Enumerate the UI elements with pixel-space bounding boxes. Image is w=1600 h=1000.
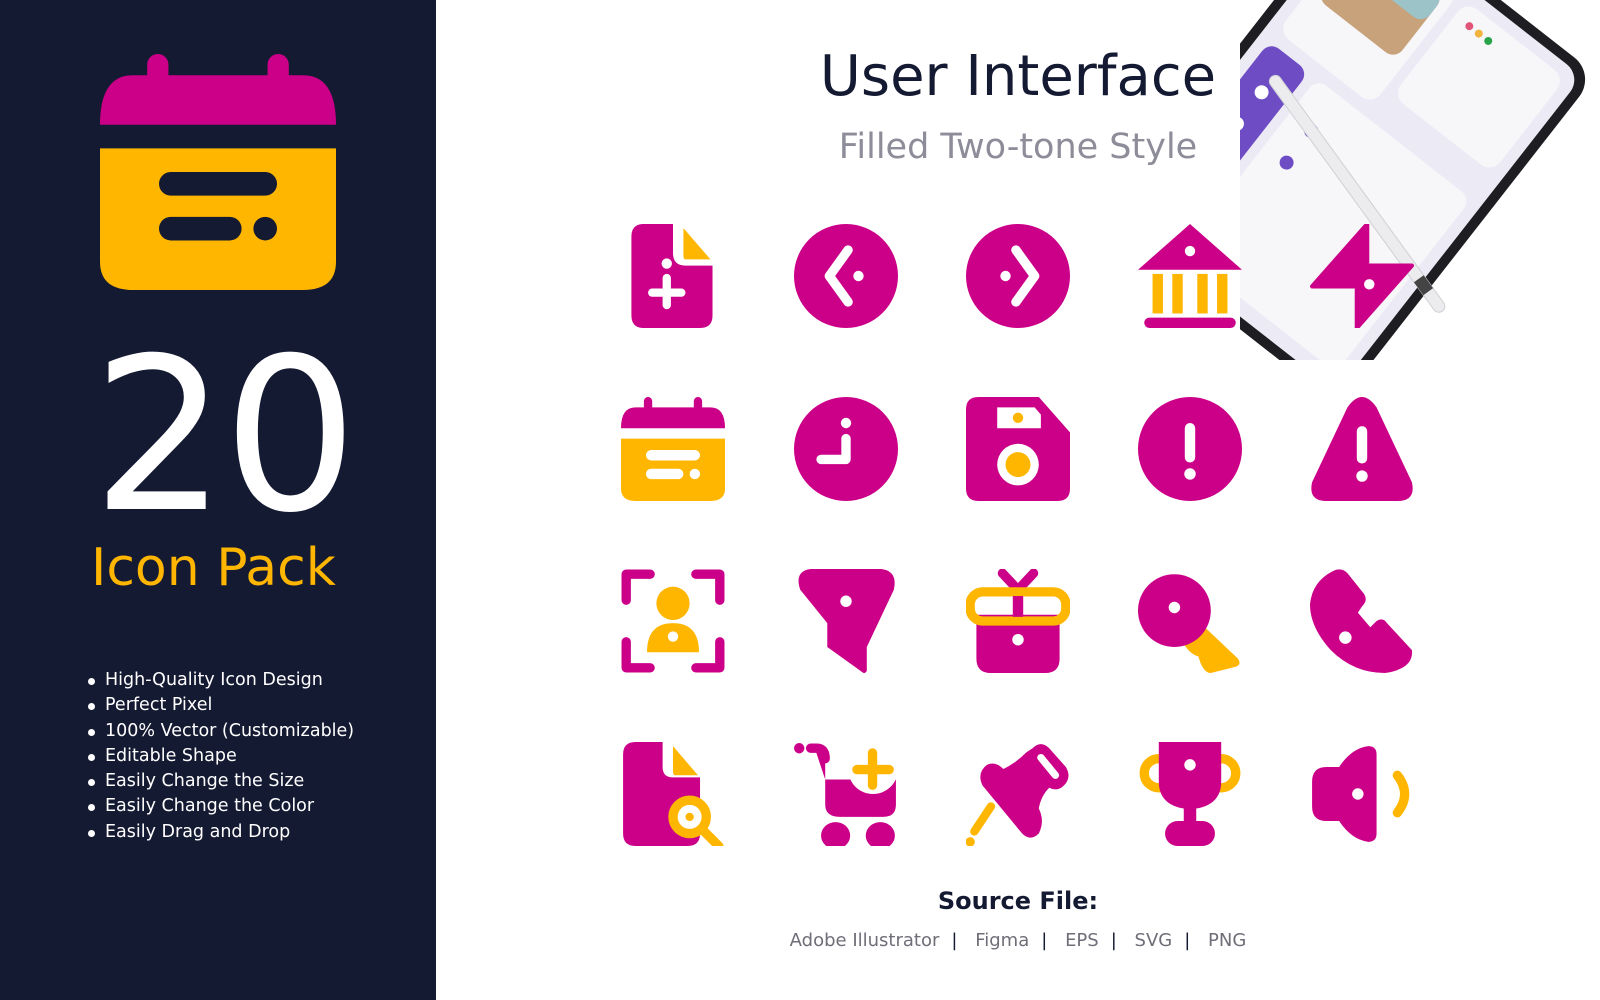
format-svg: SVG xyxy=(1134,930,1173,951)
source-file-label: Source File: xyxy=(937,887,1099,915)
calendar-icon xyxy=(621,397,725,501)
tablet-mockup xyxy=(1240,0,1600,360)
cart-add-icon xyxy=(794,743,898,846)
separator: | xyxy=(1110,930,1117,951)
lightning-icon xyxy=(1310,224,1414,328)
pack-label: Icon Pack xyxy=(91,538,336,598)
key-icon xyxy=(1138,574,1240,673)
feature-list: High-Quality Icon Design Perfect Pixel 1… xyxy=(88,668,354,845)
separator: | xyxy=(1184,930,1191,951)
user-scan-icon xyxy=(621,569,725,673)
file-search-icon xyxy=(623,742,724,846)
separator: | xyxy=(951,930,958,951)
file-plus-icon xyxy=(631,224,713,328)
arrow-right-circle-icon xyxy=(966,224,1070,328)
filter-icon xyxy=(798,569,895,673)
phone-icon xyxy=(1310,569,1413,673)
feature-item: High-Quality Icon Design xyxy=(88,668,354,693)
calendar-icon xyxy=(100,54,336,290)
format-png: PNG xyxy=(1208,930,1247,951)
clock-icon xyxy=(794,397,898,501)
bank-icon xyxy=(1138,224,1242,328)
speaker-icon xyxy=(1312,746,1410,842)
feature-item: 100% Vector (Customizable) xyxy=(88,719,354,744)
gift-icon xyxy=(966,569,1070,673)
feature-item: Easily Change the Size xyxy=(88,769,354,794)
arrow-left-circle-icon xyxy=(794,224,898,328)
alert-circle-icon xyxy=(1138,397,1242,501)
source-formats: Adobe Illustrator | Figma | EPS | SVG | PNG xyxy=(636,930,1400,951)
format-figma: Figma xyxy=(975,930,1030,951)
pin-icon xyxy=(966,744,1069,846)
format-illustrator: Adobe Illustrator xyxy=(789,930,940,951)
warning-icon xyxy=(1311,397,1413,501)
save-icon xyxy=(966,397,1070,501)
icon-count: 20 xyxy=(92,312,358,559)
feature-item: Easily Drag and Drop xyxy=(88,820,354,845)
trophy-icon xyxy=(1139,742,1241,846)
format-eps: EPS xyxy=(1065,930,1099,951)
feature-item: Perfect Pixel xyxy=(88,693,354,718)
feature-item: Editable Shape xyxy=(88,744,354,769)
feature-item: Easily Change the Color xyxy=(88,794,354,819)
separator: | xyxy=(1041,930,1048,951)
left-panel: 20 Icon Pack High-Quality Icon Design Pe… xyxy=(0,0,436,1000)
